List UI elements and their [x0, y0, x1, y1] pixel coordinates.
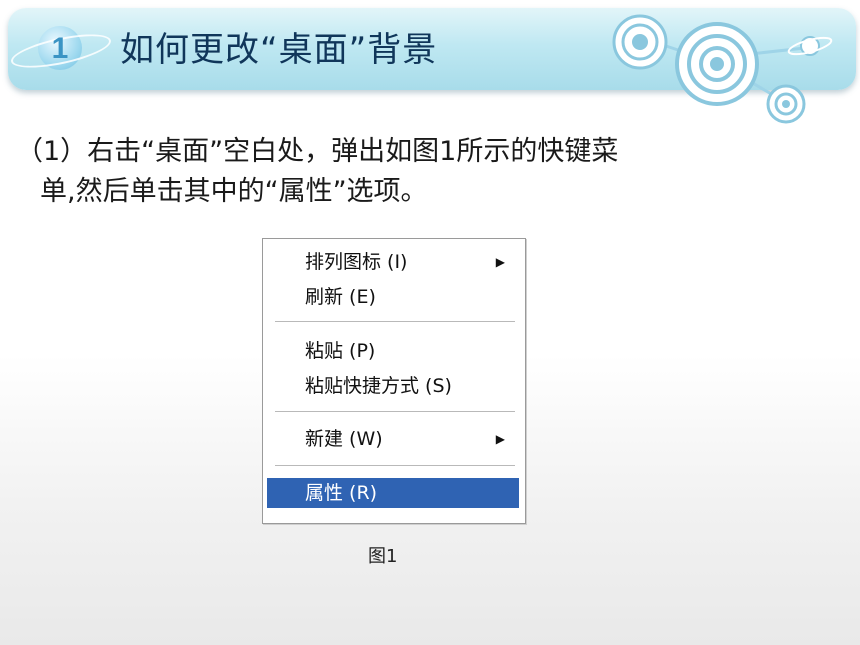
instruction-line-2: 单,然后单击其中的“属性”选项。	[40, 176, 428, 207]
page-title: 如何更改“桌面”背景	[120, 30, 438, 70]
submenu-arrow-icon: ▶	[495, 432, 505, 446]
menu-separator	[275, 411, 515, 413]
desktop-context-menu: 排列图标 (I) ▶ 刷新 (E) 粘贴 (P) 粘贴快捷方式 (S) 新建 (…	[262, 238, 526, 524]
menu-item-paste-shortcut[interactable]: 粘贴快捷方式 (S)	[267, 371, 519, 401]
menu-item-properties[interactable]: 属性 (R)	[267, 478, 519, 508]
instruction-line-1: （1）右击“桌面”空白处，弹出如图1所示的快键菜	[16, 136, 619, 167]
menu-separator	[275, 321, 515, 323]
submenu-arrow-icon: ▶	[495, 255, 505, 269]
menu-item-paste[interactable]: 粘贴 (P)	[267, 336, 519, 366]
menu-separator	[275, 465, 515, 467]
menu-item-label: 粘贴 (P)	[305, 340, 376, 362]
figure-caption: 图1	[368, 546, 398, 567]
menu-item-arrange-icons[interactable]: 排列图标 (I) ▶	[267, 247, 519, 277]
menu-item-new[interactable]: 新建 (W) ▶	[267, 424, 519, 454]
menu-item-label: 粘贴快捷方式 (S)	[305, 375, 452, 397]
menu-item-refresh[interactable]: 刷新 (E)	[267, 282, 519, 312]
concentric-circles-decoration-icon	[612, 14, 833, 124]
menu-item-label: 刷新 (E)	[305, 286, 376, 308]
section-number: 1	[51, 32, 69, 65]
menu-item-label: 排列图标 (I)	[305, 251, 408, 273]
menu-item-label: 新建 (W)	[305, 428, 383, 450]
instruction-text: （1）右击“桌面”空白处，弹出如图1所示的快键菜 单,然后单击其中的“属性”选项…	[16, 132, 806, 212]
title-bar: 1 如何更改“桌面”背景	[0, 0, 860, 124]
menu-item-label: 属性 (R)	[305, 482, 378, 504]
